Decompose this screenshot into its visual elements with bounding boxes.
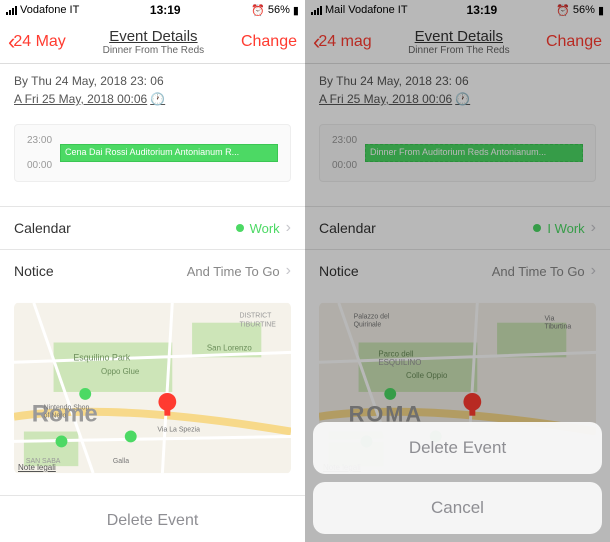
notice-label: Notice: [14, 263, 54, 279]
page-subtitle: Dinner From The Reds: [372, 45, 546, 56]
carrier-label: Mail Vodafone IT: [325, 4, 408, 16]
chevron-right-icon: ›: [286, 219, 291, 237]
delete-event-button[interactable]: Delete Event: [0, 495, 305, 542]
back-label: 24 May: [13, 33, 65, 51]
chevron-right-icon: ›: [591, 219, 596, 237]
timeline-widget[interactable]: 23:00 00:00 Dinner From Auditorium Reds …: [319, 124, 596, 182]
svg-text:ESQUILINO: ESQUILINO: [378, 358, 421, 367]
back-button[interactable]: ‹ 24 May: [8, 29, 66, 55]
clock-icon: 🕐: [150, 90, 165, 108]
battery-percent: 56%: [268, 4, 290, 16]
chevron-right-icon: ›: [591, 262, 596, 280]
event-dates: By Thu 24 May, 2018 23: 06 A Fri 25 May,…: [14, 72, 291, 108]
page-title: Event Details: [66, 28, 241, 45]
time-label-start: 23:00: [27, 135, 52, 146]
time-label-start: 23:00: [332, 135, 357, 146]
map-preview[interactable]: Rome Esquilino Park Oppo Glue Nintendo S…: [14, 302, 291, 474]
svg-text:Colle Oppio: Colle Oppio: [406, 371, 448, 380]
calendar-row[interactable]: Calendar Work ›: [0, 206, 305, 249]
action-sheet: Delete Event Cancel: [313, 414, 602, 534]
svg-text:Via: Via: [545, 316, 555, 323]
svg-text:San Lorenzo: San Lorenzo: [207, 343, 252, 352]
svg-text:Oppo Glue: Oppo Glue: [101, 367, 140, 376]
calendar-label: Calendar: [319, 220, 376, 236]
svg-text:Esquilino Park: Esquilino Park: [73, 352, 130, 362]
svg-text:Via La Spezia: Via La Spezia: [157, 427, 200, 434]
timeline-labels: 23:00 00:00: [332, 135, 357, 171]
event-bar[interactable]: Cena Dai Rossi Auditorium Antonianum R..…: [60, 144, 278, 162]
nav-title: Event Details Dinner From The Reds: [66, 28, 241, 56]
notice-row[interactable]: Notice And Time To Go ›: [0, 249, 305, 292]
change-button[interactable]: Change: [241, 33, 297, 51]
nav-bar: ‹ 24 May Event Details Dinner From The R…: [0, 20, 305, 64]
timeline-widget[interactable]: 23:00 00:00 Cena Dai Rossi Auditorium An…: [14, 124, 291, 182]
event-dates: By Thu 24 May, 2018 23: 06 A Fri 25 May,…: [319, 72, 596, 108]
svg-text:Parco dell: Parco dell: [378, 349, 413, 358]
alarm-icon: ⏰: [556, 4, 570, 17]
phone-screenshot-left: Vodafone IT 13:19 ⏰ 56% ▮ ‹ 24 May Event…: [0, 0, 305, 542]
page-subtitle: Dinner From The Reds: [66, 45, 241, 56]
page-title: Event Details: [372, 28, 546, 45]
svg-text:Galla: Galla: [113, 458, 129, 465]
notice-label: Notice: [319, 263, 359, 279]
cancel-button[interactable]: Cancel: [313, 482, 602, 534]
signal-icon: [311, 6, 322, 15]
back-button[interactable]: ‹ 24 mag: [313, 29, 372, 55]
signal-icon: [6, 6, 17, 15]
phone-screenshot-right: Mail Vodafone IT 13:19 ⏰ 56% ▮ ‹ 24 mag …: [305, 0, 610, 542]
status-time: 13:19: [467, 3, 498, 17]
date-to: A Fri 25 May, 2018 00:06: [14, 90, 147, 108]
time-label-end: 00:00: [332, 160, 357, 171]
carrier-label: Vodafone IT: [20, 4, 79, 16]
svg-text:Nintendo Shop: Nintendo Shop: [44, 405, 90, 412]
calendar-label: Calendar: [14, 220, 71, 236]
battery-percent: 56%: [573, 4, 595, 16]
status-bar: Mail Vodafone IT 13:19 ⏰ 56% ▮: [305, 0, 610, 20]
clock-icon: 🕐: [455, 90, 470, 108]
change-button[interactable]: Change: [546, 33, 602, 51]
notice-value: And Time To Go: [187, 264, 280, 279]
map-legal-link[interactable]: Note legali: [18, 463, 56, 472]
svg-text:of Nero: of Nero: [44, 413, 67, 420]
svg-text:TIBURTINE: TIBURTINE: [240, 322, 277, 329]
notice-row[interactable]: Notice And Time To Go ›: [305, 249, 610, 292]
event-content: By Thu 24 May, 2018 23: 06 A Fri 25 May,…: [305, 64, 610, 182]
calendar-dot-icon: [236, 224, 244, 232]
event-bar[interactable]: Dinner From Auditorium Reds Antonianum..…: [365, 144, 583, 162]
nav-bar: ‹ 24 mag Event Details Dinner From The R…: [305, 20, 610, 64]
calendar-value: Work: [250, 221, 280, 236]
chevron-right-icon: ›: [286, 262, 291, 280]
timeline-labels: 23:00 00:00: [27, 135, 52, 171]
status-bar: Vodafone IT 13:19 ⏰ 56% ▮: [0, 0, 305, 20]
time-label-end: 00:00: [27, 160, 52, 171]
alarm-icon: ⏰: [251, 4, 265, 17]
notice-value: And Time To Go: [492, 264, 585, 279]
svg-text:Palazzo del: Palazzo del: [354, 314, 390, 321]
battery-icon: ▮: [598, 4, 604, 17]
svg-text:Quirinale: Quirinale: [354, 322, 382, 329]
calendar-row[interactable]: Calendar I Work ›: [305, 206, 610, 249]
date-from: By Thu 24 May, 2018 23: 06: [319, 72, 596, 90]
calendar-value: I Work: [547, 221, 584, 236]
back-label: 24 mag: [318, 33, 371, 51]
calendar-dot-icon: [533, 224, 541, 232]
svg-text:Tiburtina: Tiburtina: [545, 324, 572, 331]
nav-title: Event Details Dinner From The Reds: [372, 28, 546, 56]
svg-text:DISTRICT: DISTRICT: [240, 313, 273, 320]
status-time: 13:19: [150, 3, 181, 17]
delete-event-button[interactable]: Delete Event: [313, 422, 602, 474]
date-to: A Fri 25 May, 2018 00:06: [319, 90, 452, 108]
battery-icon: ▮: [293, 4, 299, 17]
date-from: By Thu 24 May, 2018 23: 06: [14, 72, 291, 90]
event-content: By Thu 24 May, 2018 23: 06 A Fri 25 May,…: [0, 64, 305, 182]
